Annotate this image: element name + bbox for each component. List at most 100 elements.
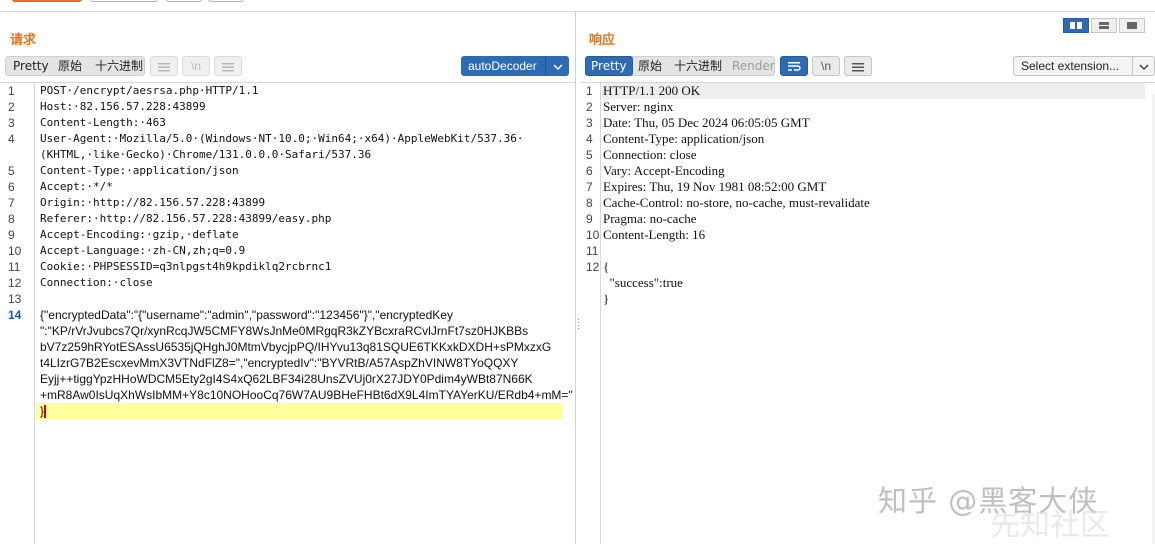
- tab-render[interactable]: Render: [726, 56, 781, 76]
- line-number: 6: [8, 180, 15, 194]
- request-line: Connection:·close: [40, 276, 153, 289]
- request-line: Host:·82.156.57.228:43899: [40, 100, 206, 113]
- request-line: POST·/encrypt/aesrsa.php·HTTP/1.1: [40, 84, 259, 97]
- response-line: {: [603, 259, 610, 274]
- chevron-down-icon[interactable]: [545, 56, 569, 76]
- request-line: Accept:·*/*: [40, 180, 113, 193]
- request-line: Origin:·http://82.156.57.228:43899: [40, 196, 266, 209]
- watermark-logo-text: 先知社区: [990, 508, 1110, 543]
- line-number: 7: [586, 180, 593, 194]
- request-body-line: +mR8Aw0IsUqXhWsIbMM+Y8c10NOHooCq76W7AU9B…: [40, 388, 573, 402]
- request-line: Content-Length:·463: [40, 116, 166, 129]
- tab-hex[interactable]: 十六进制: [89, 56, 149, 76]
- response-line: Server: nginx: [603, 99, 674, 114]
- request-toolbar: Pretty 原始 十六进制 \n autoDecoder: [5, 56, 570, 76]
- line-number: 14: [8, 308, 22, 322]
- history-back-button[interactable]: [166, 0, 202, 2]
- line-number: 9: [8, 228, 15, 242]
- line-number: 2: [586, 100, 593, 114]
- line-number: 10: [586, 228, 600, 242]
- layout-stack-icon[interactable]: [1091, 18, 1117, 33]
- text-cursor: [44, 405, 47, 419]
- line-number: 3: [8, 116, 15, 130]
- send-button[interactable]: [12, 0, 82, 2]
- line-number: 2: [8, 100, 15, 114]
- request-body-line: }: [40, 404, 47, 419]
- line-number: 8: [586, 196, 593, 210]
- request-line: Accept-Encoding:·gzip,·deflate: [40, 228, 239, 241]
- select-extension-dropdown[interactable]: Select extension...: [1013, 56, 1155, 76]
- line-number: 10: [8, 244, 22, 258]
- line-number: 8: [8, 212, 15, 226]
- newline-icon[interactable]: \n: [182, 56, 210, 76]
- line-number: 3: [586, 116, 593, 130]
- response-line: "success":true: [603, 275, 683, 290]
- line-number: 7: [8, 196, 15, 210]
- response-line: Vary: Accept-Encoding: [603, 163, 725, 178]
- request-body-line: {"encryptedData":"{"username":"admin","p…: [40, 308, 453, 322]
- line-number: 6: [586, 164, 593, 178]
- tab-pretty[interactable]: Pretty: [585, 56, 633, 76]
- response-line: HTTP/1.1 200 OK: [603, 83, 701, 98]
- request-line: Content-Type:·application/json: [40, 164, 239, 177]
- autodecoder-button[interactable]: autoDecoder: [461, 56, 569, 76]
- request-body-line: t4LIzrG7B2EscxevMmX3VTNdFlZ8=","encrypte…: [40, 356, 519, 370]
- response-line: Content-Type: application/json: [603, 131, 765, 146]
- line-number: 12: [586, 260, 600, 274]
- line-number: 12: [8, 276, 22, 290]
- layout-split-icon[interactable]: [1063, 18, 1089, 33]
- response-line: }: [603, 291, 610, 306]
- response-line: Expires: Thu, 19 Nov 1981 08:52:00 GMT: [603, 179, 827, 194]
- line-number: 4: [586, 132, 593, 146]
- line-number: 11: [586, 244, 599, 258]
- line-number: 1: [8, 84, 15, 98]
- line-number: 9: [586, 212, 593, 226]
- request-line: User-Agent:·Mozilla/5.0·(Windows·NT·10.0…: [40, 132, 524, 145]
- menu-icon[interactable]: [844, 56, 872, 76]
- autodecoder-label: autoDecoder: [468, 59, 537, 73]
- select-extension-label: Select extension...: [1021, 59, 1120, 73]
- request-line: Cookie:·PHPSESSID=q3nlpgst4h9kpdiklq2rcb…: [40, 260, 332, 273]
- response-line: Content-Length: 16: [603, 227, 706, 242]
- request-line: Accept-Language:·zh-CN,zh;q=0.9: [40, 244, 246, 257]
- line-number: 4: [8, 132, 15, 146]
- tab-raw[interactable]: 原始: [52, 56, 88, 76]
- request-body-line: ":"KP/rVrJvubcs7Qr/xynRcqJW5CMFY8WsJnMe0…: [40, 324, 529, 338]
- wrap-lines-icon[interactable]: [780, 56, 808, 76]
- response-pane: 响应 Pretty 原始 十六进制 Render \n Select exten…: [581, 12, 1155, 544]
- response-line: Pragma: no-cache: [603, 211, 697, 226]
- history-forward-button[interactable]: [208, 0, 244, 2]
- response-title: 响应: [589, 33, 616, 48]
- request-line: Referer:·http://82.156.57.228:43899/easy…: [40, 212, 332, 225]
- response-line: Connection: close: [603, 147, 697, 162]
- line-number: 1: [586, 84, 593, 98]
- request-title: 请求: [10, 33, 37, 48]
- top-toolbar: [0, 0, 1155, 12]
- request-gutter: 1 2 3 4 5 6 7 8 9 10 11 12 13 14: [0, 83, 35, 544]
- response-line: Cache-Control: no-store, no-cache, must-…: [603, 195, 870, 210]
- response-editor[interactable]: 1 2 3 4 5 6 7 8 9 10 11 12 HTTP/1.1 200 OK Server: n…: [581, 82, 1155, 544]
- tab-hex[interactable]: 十六进制: [668, 56, 728, 76]
- menu-icon[interactable]: [214, 56, 242, 76]
- request-code[interactable]: POST·/encrypt/aesrsa.php·HTTP/1.1 Host:·8…: [40, 83, 573, 544]
- request-pane: 请求 Pretty 原始 十六进制 \n autoDecoder 1234567…: [0, 12, 576, 544]
- response-line: Date: Thu, 05 Dec 2024 06:05:05 GMT: [603, 115, 810, 130]
- request-body-line: Eyjj++tiggYpzHHoWDCM5Ety2gI4S4xQ62LBF34i…: [40, 372, 533, 386]
- response-gutter: 1 2 3 4 5 6 7 8 9 10 11 12: [581, 83, 601, 544]
- cancel-button[interactable]: [90, 0, 158, 2]
- response-code[interactable]: HTTP/1.1 200 OK Server: nginx Date: Thu, 0…: [603, 83, 1151, 544]
- request-editor[interactable]: 1 2 3 4 5 6 7 8 9 10 11 12 13 14 POST·/encrypt/aesrsa…: [0, 82, 575, 544]
- request-line: (KHTML,·like·Gecko)·Chrome/131.0.0.0·Saf…: [40, 148, 372, 161]
- line-number: 5: [586, 148, 593, 162]
- chevron-down-icon[interactable]: [1132, 57, 1154, 75]
- line-number: 13: [8, 292, 22, 306]
- tab-raw[interactable]: 原始: [632, 56, 668, 76]
- tab-pretty[interactable]: Pretty: [7, 56, 55, 76]
- newline-icon[interactable]: \n: [812, 56, 840, 76]
- response-toolbar: Pretty 原始 十六进制 Render \n Select extensio…: [585, 56, 1155, 76]
- layout-single-icon[interactable]: [1119, 18, 1145, 33]
- line-number: 11: [8, 260, 21, 274]
- request-body-line: bV7z259hRYotESAssU6535jQHghJ0MtmVbycjpPQ…: [40, 340, 552, 354]
- line-number: 5: [8, 164, 15, 178]
- wrap-lines-icon[interactable]: [150, 56, 178, 76]
